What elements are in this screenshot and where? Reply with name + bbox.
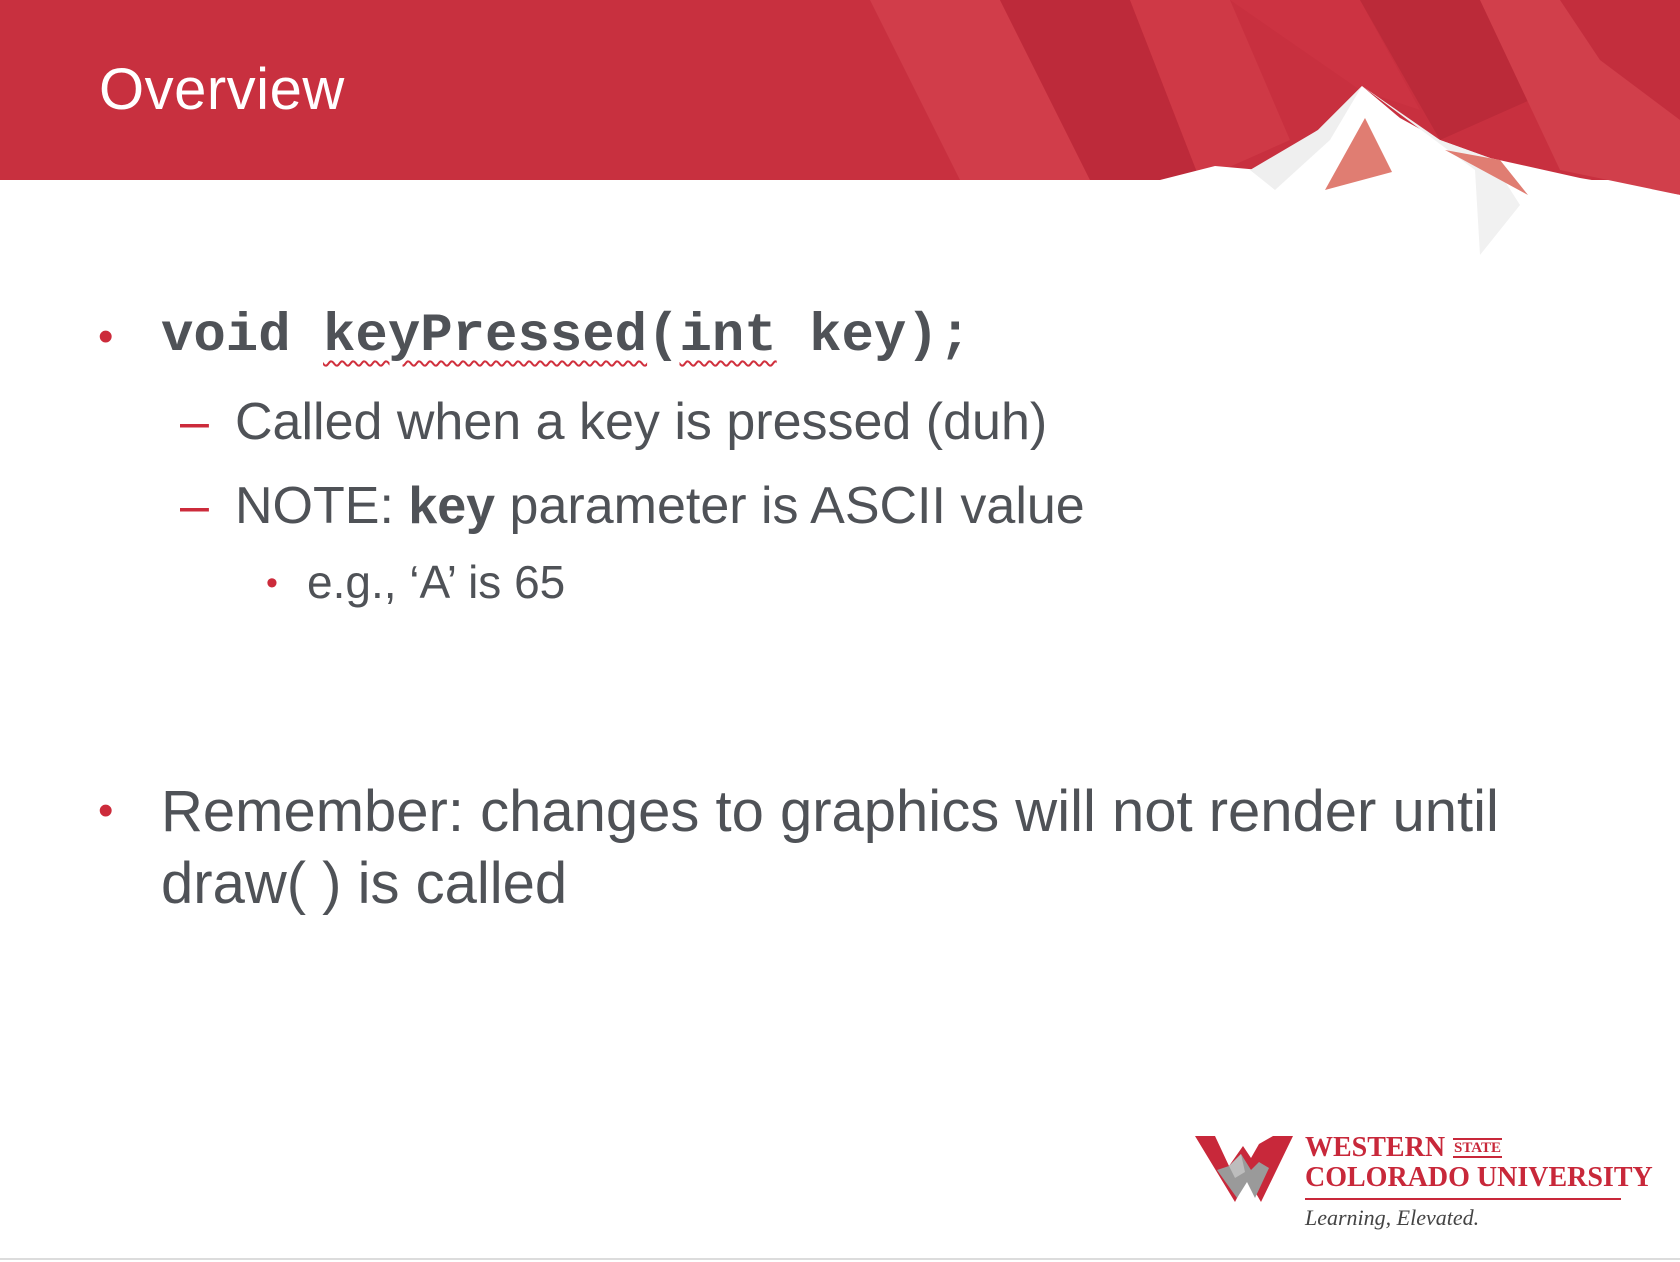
- bullet-marker: •: [98, 312, 114, 361]
- logo-divider: [1305, 1198, 1621, 1200]
- bullet-marker: •: [266, 564, 278, 602]
- bullet-remember: Remember: changes to graphics will not r…: [161, 779, 1499, 916]
- subitem-called-when: Called when a key is pressed (duh): [235, 393, 1048, 451]
- logo-western: WESTERN STATE: [1305, 1132, 1503, 1164]
- code-type-int: int: [679, 306, 777, 367]
- code-function-name: keyPressed: [323, 306, 648, 367]
- dash-marker: –: [180, 393, 209, 451]
- w-mountain-icon: [1195, 1136, 1293, 1202]
- logo-colorado-university: COLORADO UNIVERSITY: [1305, 1162, 1653, 1193]
- note-prefix: NOTE:: [235, 477, 409, 535]
- code-rest: key);: [776, 306, 972, 367]
- code-signature: void keyPressed(int key);: [161, 306, 971, 367]
- logo-tagline: Learning, Elevated.: [1305, 1205, 1480, 1230]
- code-paren: (: [647, 306, 680, 367]
- logo-western-text: WESTERN: [1305, 1132, 1446, 1163]
- university-logo: WESTERN STATE COLORADO UNIVERSITY Learnin…: [1195, 1132, 1653, 1232]
- slide: Overview • void keyPressed(int key); – C…: [0, 0, 1680, 1262]
- logo-state: STATE: [1453, 1138, 1503, 1158]
- bullet-marker: •: [98, 786, 114, 835]
- note-bold-key: key: [408, 477, 496, 535]
- header-banner: [0, 0, 1680, 260]
- code-keyword-void: void: [161, 306, 324, 367]
- dash-marker: –: [180, 477, 209, 535]
- mountain-banner-graphic: [0, 0, 1680, 260]
- subitem-example: e.g., ‘A’ is 65: [307, 556, 566, 608]
- subitem-note: NOTE: key parameter is ASCII value: [235, 476, 1085, 536]
- slide-title: Overview: [99, 57, 345, 122]
- note-suffix: parameter is ASCII value: [495, 477, 1085, 535]
- slide-bottom-border: [0, 1258, 1680, 1260]
